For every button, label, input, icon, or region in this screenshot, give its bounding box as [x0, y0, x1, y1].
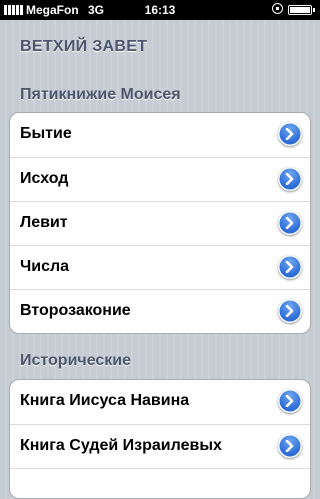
chevron-right-icon[interactable]: [278, 211, 302, 235]
list-item-leviticus[interactable]: Левит: [10, 201, 310, 245]
chevron-right-icon[interactable]: [278, 434, 302, 458]
list-item-numbers[interactable]: Числа: [10, 245, 310, 289]
list-item-deuteronomy[interactable]: Второзаконие: [10, 289, 310, 333]
chevron-right-icon[interactable]: [278, 389, 302, 413]
list-item-exodus[interactable]: Исход: [10, 157, 310, 201]
status-bar: MegaFon 3G 16:13: [0, 0, 320, 20]
page-title: ВЕТХИЙ ЗАВЕТ: [20, 38, 148, 55]
section-header-historical: Исторические: [20, 352, 132, 369]
book-list-historical: Книга Иисуса Навина Книга Судей Израилев…: [9, 379, 311, 499]
book-list-pentateuch: Бытие Исход Левит Числа Второзаконие: [9, 112, 311, 334]
list-item-label: Левит: [20, 214, 68, 231]
list-item-label: Книга Иисуса Навина: [20, 392, 190, 409]
chevron-right-icon[interactable]: [278, 255, 302, 279]
orientation-lock-icon: [272, 3, 283, 14]
chevron-right-icon[interactable]: [278, 299, 302, 323]
list-item-genesis[interactable]: Бытие: [10, 113, 310, 157]
list-item-label: Книга Судей Израилевых: [20, 437, 222, 454]
list-item-joshua[interactable]: Книга Иисуса Навина: [10, 380, 310, 424]
section-header-pentateuch: Пятикнижие Моисея: [20, 86, 181, 103]
chevron-right-icon[interactable]: [278, 167, 302, 191]
battery-icon: [288, 5, 315, 15]
list-item-label: Бытие: [20, 125, 72, 142]
list-item-label: Исход: [20, 170, 69, 187]
chevron-right-icon[interactable]: [278, 122, 302, 146]
list-item-judges[interactable]: Книга Судей Израилевых: [10, 424, 310, 468]
list-item-label: Второзаконие: [20, 302, 131, 319]
list-item-label: Числа: [20, 258, 70, 275]
list-item-next[interactable]: [10, 468, 310, 498]
